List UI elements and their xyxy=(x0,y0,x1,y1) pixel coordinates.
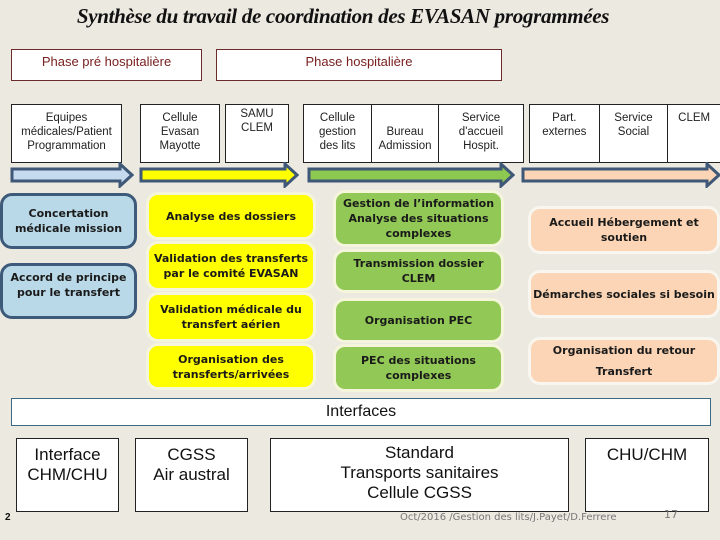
header-cellule-evasan-label: Cellule Evasan Mayotte xyxy=(159,112,201,152)
header-bureau-admission: Bureau Admission xyxy=(372,105,439,162)
box-organisation-pec: Organisation PEC xyxy=(333,298,504,343)
footer-credit: Oct/2016 /Gestion des lits/J.Payet/D.Fer… xyxy=(400,512,617,523)
header-clem-label: CLEM xyxy=(678,112,711,124)
header-group-hospitalier: Cellule gestion des lits Bureau Admissio… xyxy=(303,104,524,163)
slide-title: Synthèse du travail de coordination des … xyxy=(76,4,610,28)
header-samu-clem: SAMU CLEM xyxy=(225,104,289,163)
header-equipes-medicales: Equipes médicales/Patient Programmation xyxy=(11,104,122,163)
box-analyse-dossiers: Analyse des dossiers xyxy=(146,192,316,240)
interface-box-chu-chm: CHU/CHM xyxy=(585,438,709,512)
interface-box-cgss-air-austral: CGSS Air austral xyxy=(135,438,248,512)
box-transmission-dossier-clem: Transmission dossier CLEM xyxy=(333,249,504,293)
arrow-shape-yellow xyxy=(139,162,299,188)
header-service-social: Service Social xyxy=(600,105,669,162)
header-service-accueil-label: Service d'accueil Hospit. xyxy=(458,112,504,152)
box-demarches-sociales: Démarches sociales si besoin xyxy=(528,270,720,318)
arrow-green xyxy=(307,162,515,188)
box-accord-principe: Accord de principe pour le transfert xyxy=(0,263,137,319)
header-cellule-gestion: Cellule gestion des lits xyxy=(304,105,372,162)
header-equipes-label: Equipes médicales/Patient Programmation xyxy=(21,112,112,152)
arrow-yellow xyxy=(139,162,299,188)
box-accueil-hebergement: Accueil Hébergement et soutien xyxy=(528,206,720,254)
box-pec-situations-complexes: PEC des situations complexes xyxy=(333,344,504,392)
header-clem: CLEM xyxy=(668,105,720,162)
box-organisation-transferts: Organisation des transferts/arrivées xyxy=(146,343,316,390)
box-gestion-information: Gestion de l’information Analyse des sit… xyxy=(333,190,504,247)
header-group-social: Part. externes Service Social CLEM xyxy=(529,104,720,163)
header-cellule-evasan: Cellule Evasan Mayotte xyxy=(140,104,220,163)
header-part-externes-label: Part. externes xyxy=(542,112,587,138)
box-validation-medicale: Validation médicale du transfert aérien xyxy=(146,292,316,342)
interface-box-chm-chu: Interface CHM/CHU xyxy=(16,438,119,512)
interfaces-banner: Interfaces xyxy=(11,398,711,426)
phase-hospitaliere: Phase hospitalière xyxy=(216,49,502,81)
arrow-blue xyxy=(10,162,134,188)
header-service-accueil: Service d'accueil Hospit. xyxy=(439,105,523,162)
slide-corner-mark: 2 xyxy=(5,512,11,523)
arrow-shape-blue xyxy=(10,162,134,188)
header-service-social-label: Service Social xyxy=(614,112,653,138)
header-samu-label: SAMU CLEM xyxy=(240,108,274,134)
arrow-peach xyxy=(521,162,720,188)
interface-box-standard-transports: Standard Transports sanitaires Cellule C… xyxy=(270,438,569,512)
box-concertation-medicale: Concertation médicale mission xyxy=(0,193,137,249)
arrow-shape-green xyxy=(307,162,515,188)
phase-pre-hospitaliere: Phase pré hospitalière xyxy=(11,49,202,81)
header-bureau-label: Bureau Admission xyxy=(378,126,432,152)
box-organisation-retour: Organisation du retour Transfert xyxy=(528,337,720,385)
page-number: 17 xyxy=(664,508,678,521)
header-part-externes: Part. externes xyxy=(530,105,600,162)
header-cellule-gestion-label: Cellule gestion des lits xyxy=(318,112,357,152)
box-validation-transferts: Validation des transferts par le comité … xyxy=(146,241,316,291)
arrow-shape-peach xyxy=(521,162,720,188)
